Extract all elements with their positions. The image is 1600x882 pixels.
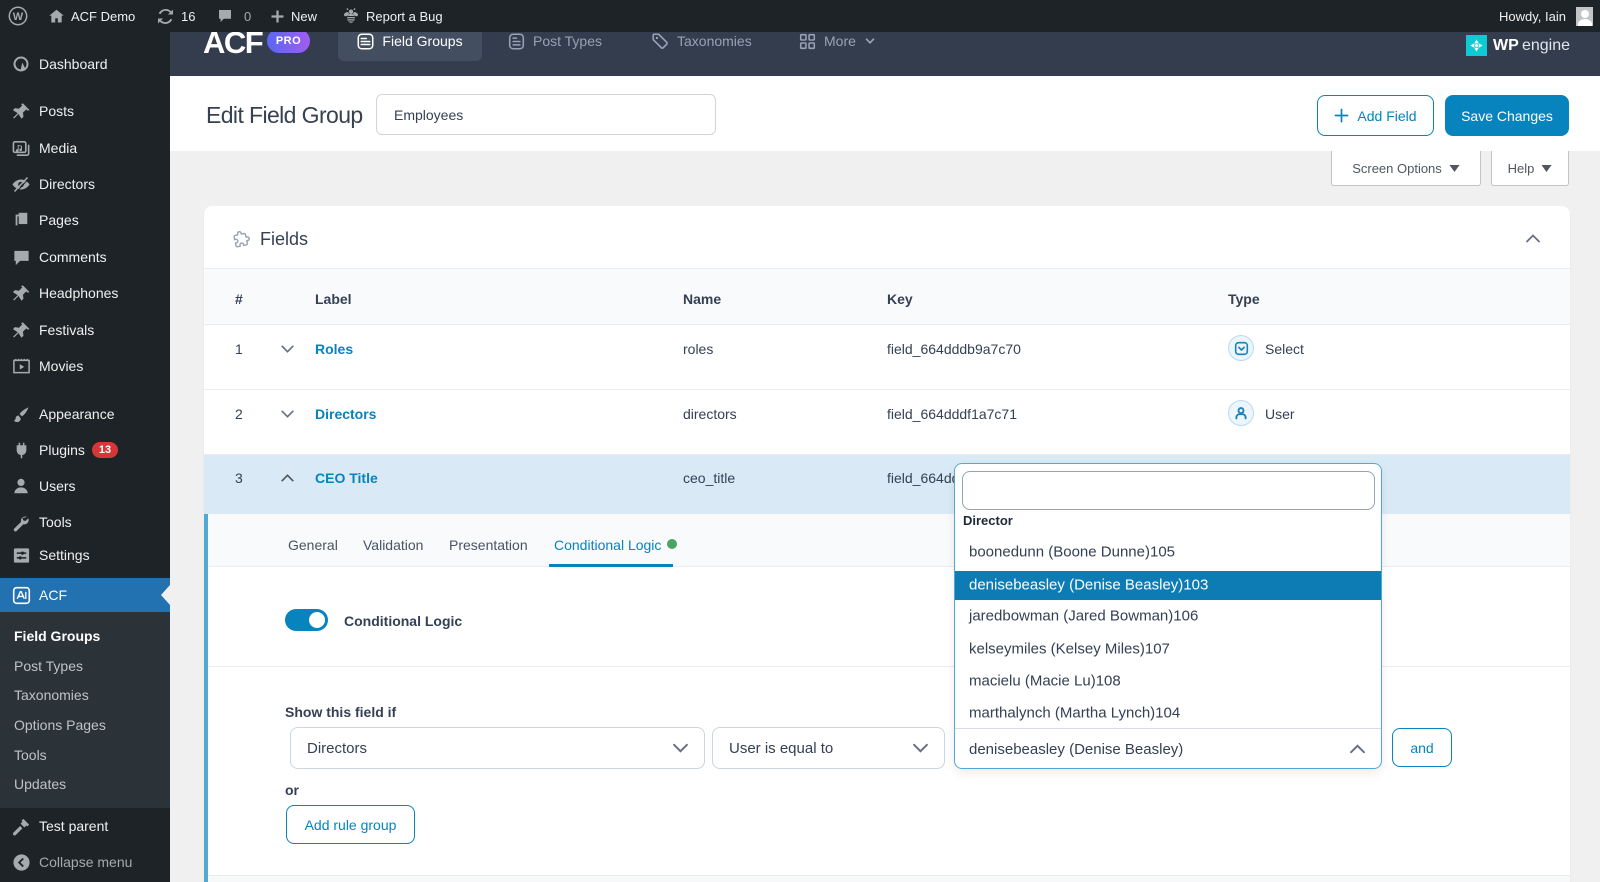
svg-text:W: W: [13, 11, 24, 23]
